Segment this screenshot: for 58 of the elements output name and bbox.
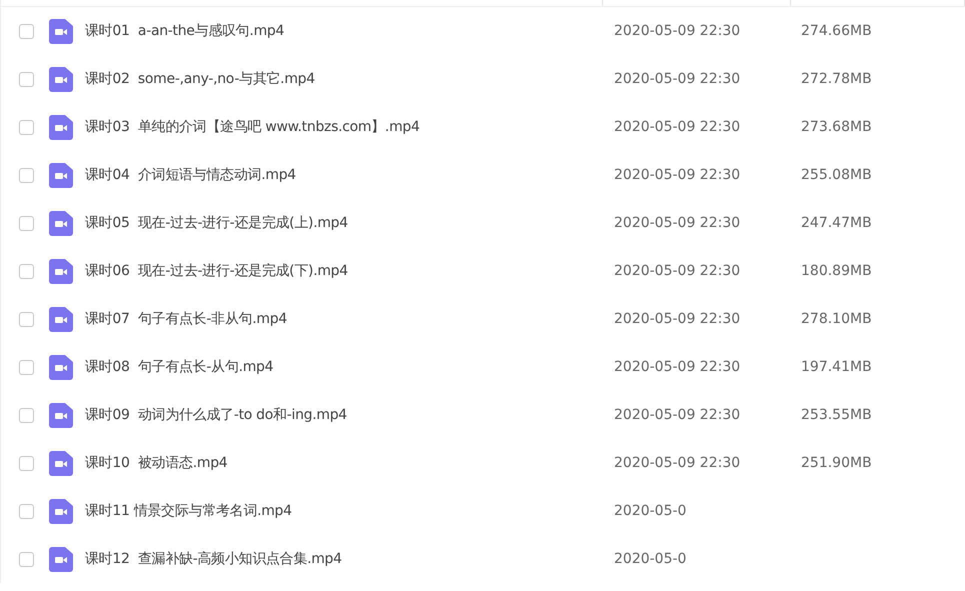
modified-date: 2020-05-09 22:30 — [613, 407, 742, 423]
checkbox[interactable] — [19, 168, 34, 182]
file-name[interactable]: 课时06 现在-过去-进行-还是完成(下).mp4 — [85, 262, 348, 280]
file-size: 274.66MB — [800, 23, 873, 39]
video-file-icon — [49, 402, 73, 428]
modified-date: 2020-05-09 22:30 — [613, 311, 742, 327]
file-name[interactable]: 课时10 被动语态.mp4 — [85, 454, 228, 472]
video-file-icon — [49, 258, 73, 284]
file-name[interactable]: 课时05 现在-过去-进行-还是完成(上).mp4 — [85, 214, 348, 232]
modified-date: 2020-05-09 22:30 — [613, 359, 742, 375]
video-file-icon — [49, 18, 73, 44]
file-size: 253.55MB — [800, 407, 873, 423]
checkbox[interactable] — [19, 552, 34, 566]
checkbox[interactable] — [19, 216, 34, 230]
video-file-icon — [49, 354, 73, 380]
video-file-icon — [49, 498, 73, 524]
file-name[interactable]: 课时09 动词为什么成了-to do和-ing.mp4 — [85, 406, 347, 424]
file-name[interactable]: 课时08 句子有点长-从句.mp4 — [85, 358, 274, 376]
video-file-icon — [49, 306, 73, 332]
file-name[interactable]: 课时03 单纯的介词【途鸟吧 www.tnbzs.com】.mp4 — [85, 118, 420, 136]
file-name[interactable]: 课时12 查漏补缺-高频小知识点合集.mp4 — [85, 550, 342, 568]
modified-date: 2020-05-0 — [613, 503, 688, 519]
checkbox[interactable] — [19, 456, 34, 470]
file-size: 180.89MB — [800, 263, 873, 279]
checkbox[interactable] — [19, 312, 34, 326]
file-name[interactable]: 课时04 介词短语与情态动词.mp4 — [85, 166, 296, 184]
file-name[interactable]: 课时07 句子有点长-非从句.mp4 — [85, 310, 287, 328]
video-file-icon — [49, 210, 73, 236]
checkbox[interactable] — [19, 72, 34, 86]
modified-date: 2020-05-0 — [613, 551, 688, 567]
file-size: 272.78MB — [800, 71, 873, 87]
file-name[interactable]: 课时11 情景交际与常考名词.mp4 — [85, 502, 292, 520]
file-size: 251.90MB — [800, 455, 873, 471]
checkbox[interactable] — [19, 504, 34, 518]
checkbox[interactable] — [19, 264, 34, 278]
video-file-icon — [49, 450, 73, 476]
modified-date: 2020-05-09 22:30 — [613, 71, 742, 87]
modified-date: 2020-05-09 22:30 — [613, 119, 742, 135]
video-file-icon — [49, 66, 73, 92]
file-size: 278.10MB — [800, 311, 873, 327]
modified-date: 2020-05-09 22:30 — [613, 455, 742, 471]
modified-date: 2020-05-09 22:30 — [613, 23, 742, 39]
checkbox[interactable] — [19, 408, 34, 422]
checkbox[interactable] — [19, 24, 34, 38]
modified-date: 2020-05-09 22:30 — [613, 167, 742, 183]
modified-date: 2020-05-09 22:30 — [613, 215, 742, 231]
file-name[interactable]: 课时02 some-,any-,no-与其它.mp4 — [85, 70, 315, 88]
checkbox[interactable] — [19, 120, 34, 134]
video-file-icon — [49, 114, 73, 140]
file-name[interactable]: 课时01 a-an-the与感叹句.mp4 — [85, 22, 284, 40]
video-file-icon — [49, 162, 73, 188]
checkbox[interactable] — [19, 360, 34, 374]
file-size: 197.41MB — [800, 359, 873, 375]
file-size: 255.08MB — [800, 167, 873, 183]
file-size: 247.47MB — [800, 215, 873, 231]
modified-date: 2020-05-09 22:30 — [613, 263, 742, 279]
file-size: 273.68MB — [800, 119, 873, 135]
video-file-icon — [49, 546, 73, 572]
